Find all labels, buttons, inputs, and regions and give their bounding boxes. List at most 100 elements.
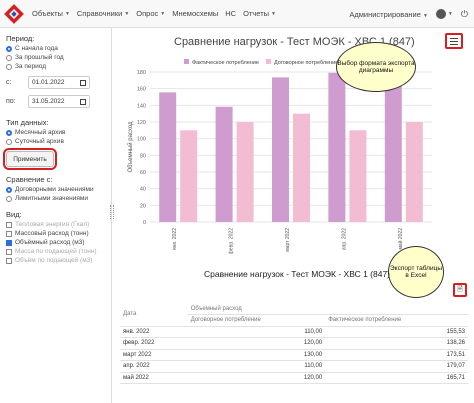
col-date-header[interactable]: Дата (120, 303, 188, 327)
nav-item-label: Объекты (32, 9, 63, 18)
checkbox-label: Объём по подающей (м3) (15, 257, 93, 264)
user-icon (435, 9, 446, 19)
chevron-down-icon: ▼ (447, 11, 453, 17)
y-tick-label: 180 (137, 70, 146, 76)
nav-item[interactable]: Объекты ▼ (32, 9, 70, 18)
admin-menu[interactable]: Администрирование ▼ (349, 10, 428, 19)
date-from-field[interactable]: 01.01.2022 (28, 76, 90, 89)
data-type-title: Тип данных: (6, 118, 49, 127)
radio-button[interactable] (6, 129, 12, 136)
callout-excel-export-text: Экспорт таблицы в Excel (390, 264, 442, 279)
cell-contract: 130,00 (187, 349, 326, 361)
legend-label[interactable]: Фактическое потребление (192, 60, 259, 66)
bar[interactable] (159, 92, 177, 223)
bar[interactable] (272, 77, 289, 223)
radio-option[interactable]: Суточный архив (6, 138, 105, 145)
radio-button[interactable] (6, 195, 12, 202)
x-tick-label: февр. 2022 (229, 228, 235, 254)
nav-item-label: Опрос (136, 9, 159, 18)
x-tick-label: май 2022 (397, 228, 404, 250)
x-tick-label: янв. 2022 (172, 228, 178, 250)
app-logo-icon[interactable] (3, 3, 25, 25)
nav-item[interactable]: Опрос ▼ (136, 9, 165, 18)
user-menu[interactable]: ▼ (435, 9, 453, 19)
view-checkbox-option: Масса по подающей (тонн) (6, 248, 105, 255)
bar[interactable] (215, 106, 233, 222)
radio-option[interactable]: За период (6, 63, 105, 70)
radio-button[interactable] (6, 54, 12, 61)
view-checkbox-option[interactable]: Массовый расход (тонн) (6, 230, 105, 237)
chevron-down-icon: ▼ (160, 10, 166, 17)
y-tick-label: 80 (140, 153, 146, 159)
callout-export-format: Выбор формата экспорта диаграммы (336, 42, 416, 92)
date-to-field[interactable]: 31.05.2022 (28, 95, 90, 108)
radio-label: Суточный архив (15, 138, 64, 145)
checkbox[interactable] (6, 239, 12, 246)
cell-date: февр. 2022 (120, 337, 188, 350)
radio-option[interactable]: С начала года (6, 45, 105, 52)
logout-icon[interactable]: ⏻ (461, 9, 468, 20)
col-actual-header[interactable]: Фактическое потребление (325, 314, 468, 327)
calendar-icon[interactable] (80, 80, 86, 86)
legend-label[interactable]: Договорное потребление (274, 60, 338, 66)
checkbox (6, 221, 12, 228)
x-tick-label: март 2022 (285, 228, 291, 252)
radio-label: С начала года (15, 45, 58, 52)
bar-chart: 0 20 40 60 80 100 120 140 160 180 Объемный расход я… (127, 59, 432, 254)
radio-button[interactable] (6, 186, 12, 193)
checkbox-label: Массовый расход (тонн) (15, 230, 89, 237)
radio-label: За период (15, 63, 46, 70)
bar[interactable] (236, 122, 254, 222)
nav-item[interactable]: Справочники ▼ (77, 9, 129, 18)
radio-option[interactable]: За прошлый год (6, 54, 105, 61)
bar[interactable] (328, 72, 346, 223)
bar[interactable] (349, 130, 367, 222)
x-tick-label: апр. 2022 (341, 228, 347, 250)
view-checkbox-option[interactable]: Объёмный расход (м3) (6, 239, 105, 246)
bar[interactable] (405, 122, 423, 222)
radio-label: Лимитными значениями (15, 195, 89, 202)
table-row: май 2022 120,00 165,71 (120, 372, 468, 384)
cell-actual: 155,53 (325, 326, 468, 338)
data-table: Дата Объемный расход Договорное потребле… (120, 303, 468, 384)
radio-button[interactable] (6, 63, 12, 70)
table-row: янв. 2022 110,00 155,53 (120, 326, 468, 338)
view-checkbox-option: Тепловая энергия (Гкал) (6, 221, 105, 228)
radio-label: Месячный архив (15, 129, 66, 136)
bar[interactable] (384, 83, 402, 223)
cell-date: май 2022 (120, 372, 188, 384)
y-tick-label: 120 (137, 120, 146, 126)
cell-actual: 173,51 (325, 349, 468, 361)
admin-menu-label: Администрирование (349, 9, 421, 19)
nav-item[interactable]: НС (225, 9, 236, 18)
excel-icon: 🗎 (457, 285, 463, 293)
date-to-row: по: 31.05.2022 (6, 95, 105, 108)
radio-button[interactable] (6, 45, 12, 52)
nav-item[interactable]: Мнемосхемы (172, 9, 218, 18)
chevron-down-icon: ▼ (64, 10, 70, 17)
cell-actual: 179,07 (325, 360, 468, 373)
callout-excel-export: Экспорт таблицы в Excel (388, 246, 444, 298)
radio-button[interactable] (6, 138, 12, 145)
nav-item-label: НС (225, 9, 237, 18)
checkbox[interactable] (6, 230, 12, 237)
chevron-down-icon: ▼ (271, 10, 276, 17)
radio-option[interactable]: Договорными значениями (6, 186, 105, 193)
checkbox-label: Объёмный расход (м3) (15, 239, 85, 246)
checkbox (6, 257, 12, 264)
table-header-row: Дата Объемный расход (120, 303, 468, 327)
calendar-icon[interactable] (80, 99, 86, 105)
view-checkbox-option: Объём по подающей (м3) (6, 257, 105, 264)
date-from-row: с: 01.01.2022 (6, 76, 105, 89)
col-contract-header[interactable]: Договорное потребление (187, 314, 326, 327)
bar[interactable] (293, 113, 310, 222)
apply-button[interactable]: Применить (3, 148, 57, 170)
radio-option[interactable]: Месячный архив (6, 129, 105, 136)
radio-label: За прошлый год (15, 54, 64, 61)
bar[interactable] (180, 130, 198, 222)
cell-date: март 2022 (120, 349, 188, 361)
excel-export-button[interactable]: 🗎 (453, 283, 467, 297)
table-row: апр. 2022 110,00 179,07 (120, 360, 468, 373)
radio-option[interactable]: Лимитными значениями (6, 195, 105, 202)
nav-item[interactable]: Отчеты ▼ (243, 9, 276, 18)
